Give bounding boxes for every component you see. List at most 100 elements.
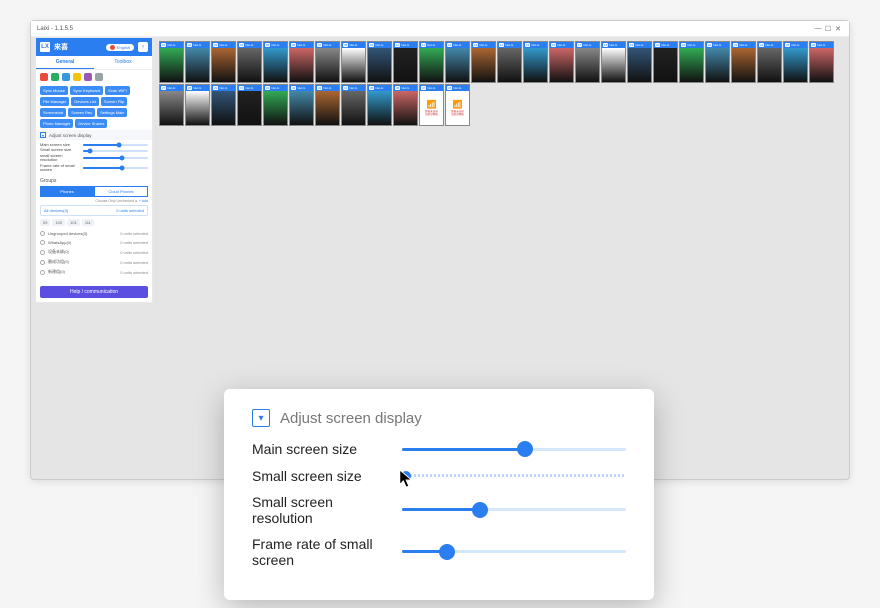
control-buttons: Sync MouseSync KeyboardScan WIFI File Man… <box>36 84 152 130</box>
device-thumbnail[interactable]: 22Net-G <box>705 41 730 83</box>
device-thumbnail[interactable]: 33Net-G <box>315 84 340 126</box>
device-chip[interactable]: 111 <box>82 219 94 226</box>
control-button[interactable]: Screen Rec <box>68 108 95 117</box>
help-button[interactable]: Help / communication <box>40 286 148 298</box>
slider-label: Main screen size <box>252 441 388 457</box>
device-chip[interactable]: 100 <box>52 219 65 226</box>
slider-track[interactable] <box>83 144 148 146</box>
maximize-button[interactable]: ☐ <box>823 25 833 33</box>
slider-track[interactable] <box>402 550 626 553</box>
group-name: Ungrouped devices(3) <box>48 231 117 236</box>
device-thumbnail[interactable]: 28Net-G <box>185 84 210 126</box>
quick-icon[interactable] <box>62 73 70 81</box>
group-item[interactable]: 设备未绑(0) 0 units selected <box>40 247 148 257</box>
tab-general[interactable]: General <box>36 56 94 69</box>
close-button[interactable]: ✕ <box>833 25 843 33</box>
radio-icon <box>40 270 45 275</box>
device-thumbnail[interactable]: 06Net-G <box>289 41 314 83</box>
quick-icon[interactable] <box>73 73 81 81</box>
collapse-sidebar-icon[interactable]: ‹ <box>138 42 148 52</box>
device-thumbnail[interactable]: 19Net-G <box>627 41 652 83</box>
device-thumbnail[interactable]: 14Net-G <box>497 41 522 83</box>
groups-tab-cloud[interactable]: Cloud Phones <box>94 186 148 197</box>
device-thumbnail[interactable]: 34Net-G <box>341 84 366 126</box>
group-count: 0 units selected <box>120 240 148 245</box>
slider-track[interactable] <box>83 157 148 159</box>
group-item[interactable]: Ungrouped devices(3) 0 units selected <box>40 229 148 238</box>
group-item[interactable]: WhatsApp(0) 0 units selected <box>40 238 148 247</box>
control-button[interactable]: Screenshot <box>40 108 66 117</box>
device-thumbnail[interactable]: 21Net-G <box>679 41 704 83</box>
device-thumbnail[interactable]: 08Net-G <box>341 41 366 83</box>
group-name: 新建组(0) <box>48 269 117 275</box>
adjust-display-header[interactable]: ▾ Adjust screen display <box>36 130 152 140</box>
control-button[interactable]: Device Shares <box>75 119 107 128</box>
slider-thumb[interactable] <box>517 441 533 457</box>
control-button[interactable]: Photo Manager <box>40 119 73 128</box>
group-item[interactable]: 新建组(0) 0 units selected <box>40 267 148 277</box>
add-group-button[interactable]: + Add <box>139 199 148 203</box>
quick-icon[interactable] <box>84 73 92 81</box>
slider-track[interactable] <box>83 150 148 152</box>
quick-icon[interactable] <box>95 73 103 81</box>
overlay-header[interactable]: ▾ Adjust screen display <box>252 409 626 427</box>
slider-label: small screen resolution <box>40 154 80 163</box>
slider-track[interactable] <box>402 448 626 451</box>
groups-tab-phones[interactable]: Phones <box>40 186 94 197</box>
device-thumbnail[interactable]: 32Net-G <box>289 84 314 126</box>
device-thumbnail[interactable]: 11Net-G <box>419 41 444 83</box>
slider-track[interactable] <box>402 508 626 511</box>
quick-icon[interactable] <box>40 73 48 81</box>
slider-thumb[interactable] <box>472 502 488 518</box>
control-button[interactable]: Scan WIFI <box>105 86 130 95</box>
minimize-button[interactable]: — <box>813 25 823 32</box>
slider-thumb[interactable] <box>401 471 411 481</box>
control-button[interactable]: Screen Flip <box>101 97 127 106</box>
device-thumbnail[interactable]: 25Net-G <box>783 41 808 83</box>
tab-toolbox[interactable]: Toolbox <box>94 56 152 69</box>
device-thumbnail[interactable]: 09Net-G <box>367 41 392 83</box>
device-thumbnail[interactable]: 26Net-G <box>809 41 834 83</box>
device-thumbnail[interactable]: 13Net-G <box>471 41 496 83</box>
device-thumbnail[interactable]: 02Net-G <box>185 41 210 83</box>
device-thumbnail[interactable]: 04Net-G <box>237 41 262 83</box>
device-thumbnail[interactable]: 38Net-G📶数据未连接请检查网络 <box>445 84 470 126</box>
device-thumbnail[interactable]: 15Net-G <box>523 41 548 83</box>
device-thumbnail[interactable]: 29Net-G <box>211 84 236 126</box>
mini-slider-row: small screen resolution <box>40 154 148 163</box>
quick-icon[interactable] <box>51 73 59 81</box>
device-thumbnail[interactable]: 17Net-G <box>575 41 600 83</box>
slider-track[interactable] <box>83 167 148 169</box>
device-thumbnail[interactable]: 20Net-G <box>653 41 678 83</box>
device-chip[interactable]: 101 <box>67 219 80 226</box>
device-thumbnail[interactable]: 24Net-G <box>757 41 782 83</box>
device-thumbnail[interactable]: 27Net-G <box>159 84 184 126</box>
device-thumbnail[interactable]: 12Net-G <box>445 41 470 83</box>
device-thumbnail[interactable]: 36Net-G <box>393 84 418 126</box>
device-chip[interactable]: 09 <box>40 219 50 226</box>
device-thumbnail[interactable]: 31Net-G <box>263 84 288 126</box>
device-thumbnail[interactable]: 01Net-G <box>159 41 184 83</box>
device-thumbnail[interactable]: 16Net-G <box>549 41 574 83</box>
control-button[interactable]: Devices List <box>71 97 99 106</box>
control-button[interactable]: Sync Keyboard <box>70 86 103 95</box>
all-devices-row[interactable]: All devices(3) 0 units selected <box>40 205 148 216</box>
group-item[interactable]: 删成功组(0) 0 units selected <box>40 257 148 267</box>
control-button[interactable]: Settings Main <box>97 108 127 117</box>
device-thumbnail[interactable]: 03Net-G <box>211 41 236 83</box>
device-thumbnail[interactable]: 10Net-G <box>393 41 418 83</box>
device-thumbnail[interactable]: 37Net-G📶数据未连接请检查网络 <box>419 84 444 126</box>
slider-thumb[interactable] <box>439 544 455 560</box>
wifi-icon: 📶 <box>453 100 463 109</box>
device-thumbnail[interactable]: 30Net-G <box>237 84 262 126</box>
control-button[interactable]: Sync Mouse <box>40 86 68 95</box>
language-selector[interactable]: English <box>106 44 134 51</box>
device-thumbnail[interactable]: 07Net-G <box>315 41 340 83</box>
device-thumbnail[interactable]: 18Net-G <box>601 41 626 83</box>
device-thumbnail[interactable]: 23Net-G <box>731 41 756 83</box>
device-thumbnail[interactable]: 35Net-G <box>367 84 392 126</box>
groups-title: Groups <box>40 178 148 184</box>
slider-track[interactable] <box>402 474 626 477</box>
device-thumbnail[interactable]: 05Net-G <box>263 41 288 83</box>
control-button[interactable]: File Manager <box>40 97 69 106</box>
